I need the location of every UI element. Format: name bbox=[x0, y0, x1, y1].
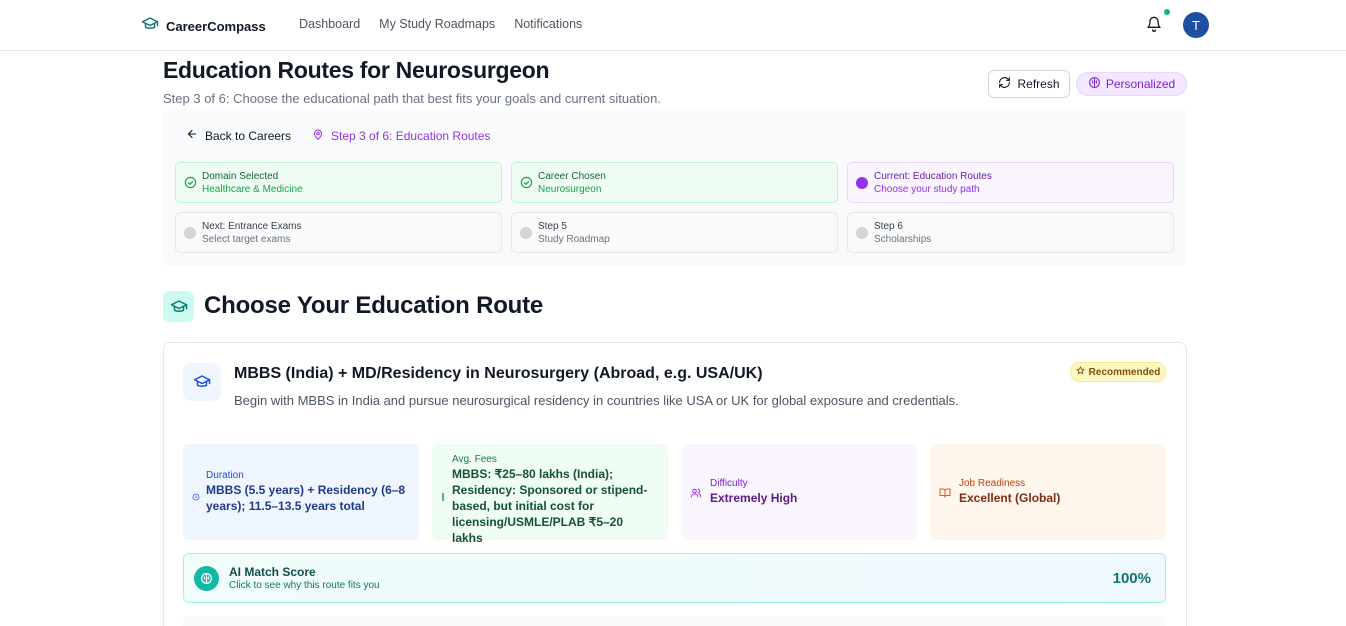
duration-value: MBBS (5.5 years) + Residency (6–8 years)… bbox=[206, 483, 406, 513]
step-indicator-label: Step 3 of 6: Education Routes bbox=[331, 129, 491, 143]
difficulty-label: Difficulty bbox=[710, 478, 748, 489]
brain-icon bbox=[1088, 76, 1101, 92]
back-label: Back to Careers bbox=[205, 128, 292, 143]
step-title: Career Chosen bbox=[538, 171, 606, 182]
step-title: Domain Selected bbox=[202, 171, 279, 182]
step-desc: Select target exams bbox=[202, 234, 291, 245]
brain-icon bbox=[194, 566, 219, 591]
rupee-icon bbox=[441, 488, 445, 506]
check-circle-icon bbox=[520, 176, 533, 194]
fees-label: Avg. Fees bbox=[452, 454, 497, 465]
personalized-label: Personalized bbox=[1105, 77, 1176, 91]
next-section-block bbox=[183, 616, 1166, 626]
refresh-button[interactable]: Refresh bbox=[988, 70, 1070, 98]
step-card-education-routes: Current: Education Routes Choose your st… bbox=[847, 162, 1174, 203]
brand-name: CareerCompass bbox=[166, 19, 266, 34]
step-title: Step 6 bbox=[874, 221, 903, 232]
graduation-cap-icon bbox=[163, 291, 194, 322]
map-pin-icon bbox=[312, 128, 324, 144]
step-desc: Study Roadmap bbox=[538, 234, 610, 245]
step-desc: Choose your study path bbox=[874, 184, 980, 195]
arrow-left-icon bbox=[186, 128, 198, 143]
top-nav: CareerCompass Dashboard My Study Roadmap… bbox=[0, 0, 1346, 51]
step-card-domain: Domain Selected Healthcare & Medicine bbox=[175, 162, 502, 203]
step-card-scholarships: Step 6 Scholarships bbox=[847, 212, 1174, 253]
back-to-careers-link[interactable]: Back to Careers bbox=[186, 128, 291, 143]
graduation-cap-icon bbox=[183, 363, 221, 401]
route-description: Begin with MBBS in India and pursue neur… bbox=[234, 393, 959, 408]
pending-step-dot bbox=[184, 227, 196, 239]
star-icon bbox=[1076, 366, 1085, 378]
step-desc: Healthcare & Medicine bbox=[202, 184, 303, 195]
refresh-label: Refresh bbox=[1017, 77, 1060, 91]
users-icon bbox=[690, 486, 702, 504]
graduation-cap-icon bbox=[141, 16, 159, 37]
personalized-badge[interactable]: Personalized bbox=[1076, 72, 1187, 96]
page-title: Education Routes for Neurosurgeon bbox=[163, 57, 550, 83]
step-indicator: Step 3 of 6: Education Routes bbox=[312, 128, 490, 144]
step-desc: Neurosurgeon bbox=[538, 184, 602, 195]
step-card-career: Career Chosen Neurosurgeon bbox=[511, 162, 838, 203]
step-title: Current: Education Routes bbox=[874, 171, 992, 182]
fees-value: MBBS: ₹25–80 lakhs (India); Residency: S… bbox=[452, 467, 648, 545]
check-circle-icon bbox=[184, 176, 197, 194]
ai-match-subtitle: Click to see why this route fits you bbox=[229, 580, 380, 591]
refresh-icon bbox=[998, 76, 1011, 92]
nav-link-dashboard[interactable]: Dashboard bbox=[299, 17, 360, 31]
route-title: MBBS (India) + MD/Residency in Neurosurg… bbox=[234, 365, 763, 382]
brand[interactable]: CareerCompass bbox=[141, 16, 266, 37]
ai-match-score: 100% bbox=[1112, 570, 1151, 587]
step-card-study-roadmap: Step 5 Study Roadmap bbox=[511, 212, 838, 253]
book-open-icon bbox=[939, 486, 951, 504]
nav-links: Dashboard My Study Roadmaps Notification… bbox=[299, 17, 582, 31]
bell-icon[interactable] bbox=[1146, 16, 1162, 37]
difficulty-stat: Difficulty Extremely High bbox=[681, 444, 917, 540]
recommended-label: Recommended bbox=[1088, 366, 1161, 378]
page-subtitle: Step 3 of 6: Choose the educational path… bbox=[163, 91, 661, 106]
avatar[interactable]: T bbox=[1183, 12, 1209, 38]
difficulty-value: Extremely High bbox=[710, 491, 798, 505]
fees-stat: Avg. Fees MBBS: ₹25–80 lakhs (India); Re… bbox=[432, 444, 668, 545]
nav-link-notifications[interactable]: Notifications bbox=[514, 17, 582, 31]
recommended-badge: Recommended bbox=[1070, 362, 1166, 382]
ai-match-title: AI Match Score bbox=[229, 565, 316, 579]
clock-icon bbox=[192, 488, 200, 506]
job-readiness-stat: Job Readiness Excellent (Global) bbox=[930, 444, 1166, 540]
current-step-dot bbox=[856, 177, 868, 189]
job-readiness-label: Job Readiness bbox=[959, 478, 1026, 489]
step-title: Step 5 bbox=[538, 221, 567, 232]
step-card-entrance-exams: Next: Entrance Exams Select target exams bbox=[175, 212, 502, 253]
notification-dot bbox=[1164, 9, 1170, 15]
duration-label: Duration bbox=[206, 470, 244, 481]
pending-step-dot bbox=[520, 227, 532, 239]
step-title: Next: Entrance Exams bbox=[202, 221, 302, 232]
pending-step-dot bbox=[856, 227, 868, 239]
job-readiness-value: Excellent (Global) bbox=[959, 491, 1061, 505]
duration-stat: Duration MBBS (5.5 years) + Residency (6… bbox=[183, 444, 419, 540]
nav-link-study-roadmaps[interactable]: My Study Roadmaps bbox=[379, 17, 495, 31]
section-title: Choose Your Education Route bbox=[204, 292, 544, 319]
step-desc: Scholarships bbox=[874, 234, 932, 245]
ai-match-score-button[interactable]: AI Match Score Click to see why this rou… bbox=[183, 553, 1166, 603]
